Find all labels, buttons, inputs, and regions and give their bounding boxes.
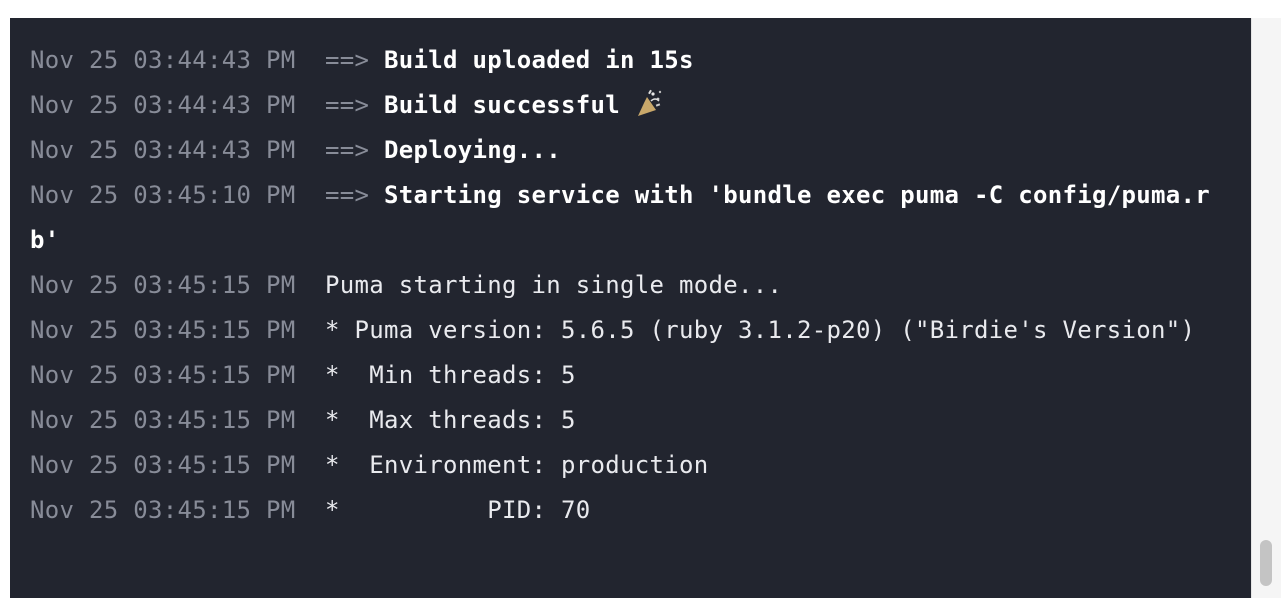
log-line: Nov 25 03:44:43 PM ==> Deploying... <box>30 128 1235 173</box>
log-message: Build uploaded in 15s <box>384 46 694 74</box>
log-line: Nov 25 03:44:43 PM ==> Build successful <box>30 83 1235 128</box>
log-timestamp: Nov 25 03:45:15 PM <box>30 406 296 434</box>
log-prefix-arrow: ==> <box>325 136 370 164</box>
log-line: Nov 25 03:45:15 PM * Max threads: 5 <box>30 398 1235 443</box>
log-prefix-arrow: ==> <box>325 91 370 119</box>
log-timestamp: Nov 25 03:45:15 PM <box>30 271 296 299</box>
log-timestamp: Nov 25 03:45:15 PM <box>30 451 296 479</box>
log-timestamp: Nov 25 03:44:43 PM <box>30 91 296 119</box>
log-timestamp: Nov 25 03:44:43 PM <box>30 46 296 74</box>
scrollbar-track[interactable] <box>1251 18 1281 598</box>
scrollbar-thumb[interactable] <box>1260 540 1272 586</box>
log-line: Nov 25 03:45:15 PM * PID: 70 <box>30 488 1235 533</box>
log-message: Build successful <box>384 91 620 119</box>
log-timestamp: Nov 25 03:45:10 PM <box>30 181 296 209</box>
log-line: Nov 25 03:45:15 PM * Puma version: 5.6.5… <box>30 308 1235 353</box>
log-line: Nov 25 03:45:15 PM * Environment: produc… <box>30 443 1235 488</box>
log-timestamp: Nov 25 03:45:15 PM <box>30 361 296 389</box>
log-message: * Environment: production <box>325 451 709 479</box>
log-panel: Nov 25 03:44:43 PM ==> Build uploaded in… <box>10 18 1251 598</box>
log-timestamp: Nov 25 03:45:15 PM <box>30 316 296 344</box>
log-line: Nov 25 03:45:15 PM Puma starting in sing… <box>30 263 1235 308</box>
log-message: * Puma version: 5.6.5 (ruby 3.1.2-p20) (… <box>325 316 1196 344</box>
log-timestamp: Nov 25 03:44:43 PM <box>30 136 296 164</box>
log-line: Nov 25 03:45:15 PM * Min threads: 5 <box>30 353 1235 398</box>
log-line: Nov 25 03:45:10 PM ==> Starting service … <box>30 173 1235 263</box>
log-timestamp: Nov 25 03:45:15 PM <box>30 496 296 524</box>
log-prefix-arrow: ==> <box>325 46 370 74</box>
party-popper-icon <box>635 88 663 118</box>
log-message: Puma starting in single mode... <box>325 271 783 299</box>
log-line: Nov 25 03:44:43 PM ==> Build uploaded in… <box>30 38 1235 83</box>
log-message: * Min threads: 5 <box>325 361 576 389</box>
log-message: Deploying... <box>384 136 561 164</box>
log-lines: Nov 25 03:44:43 PM ==> Build uploaded in… <box>30 38 1235 533</box>
log-message: * Max threads: 5 <box>325 406 576 434</box>
log-message: * PID: 70 <box>325 496 591 524</box>
log-prefix-arrow: ==> <box>325 181 370 209</box>
